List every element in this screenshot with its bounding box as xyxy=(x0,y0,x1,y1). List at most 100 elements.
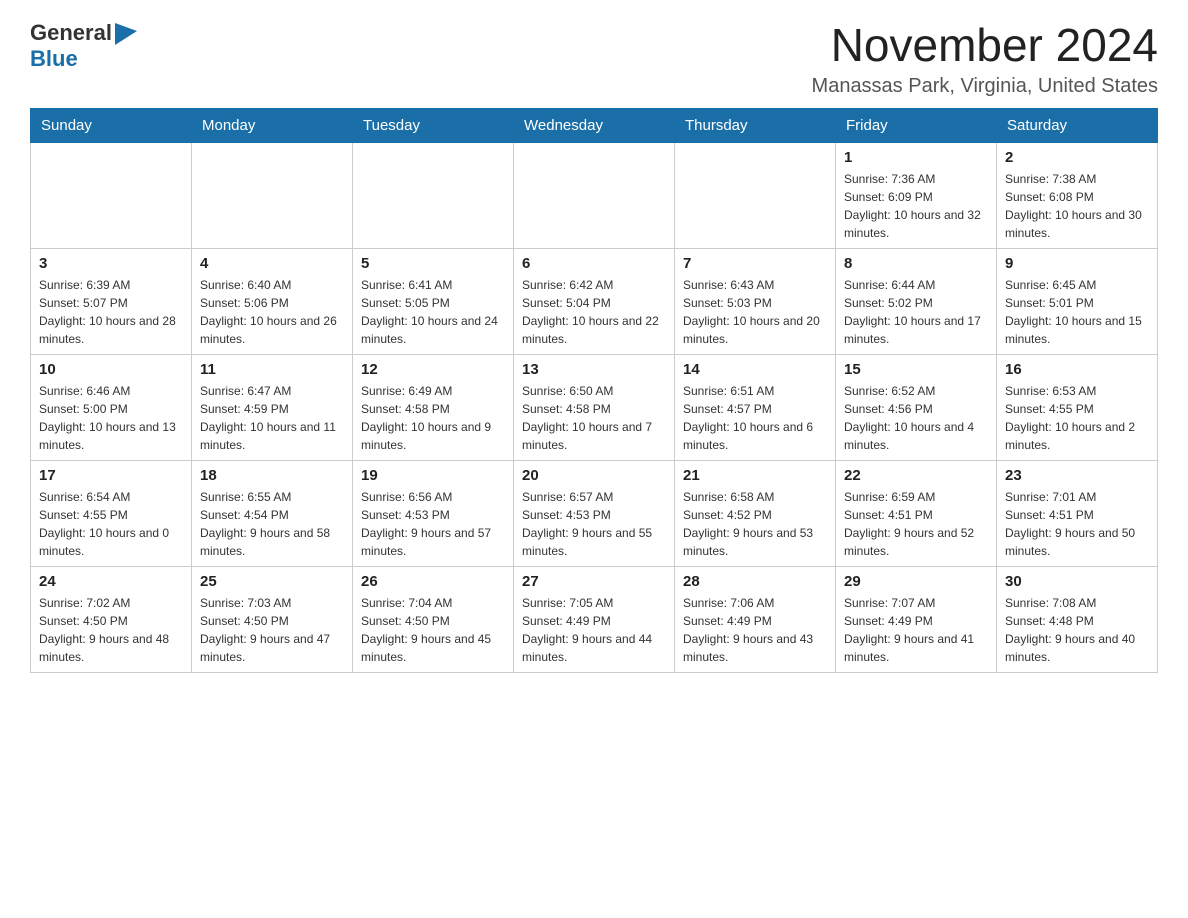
day-info: Sunrise: 6:55 AMSunset: 4:54 PMDaylight:… xyxy=(200,488,344,560)
calendar-header-row: SundayMondayTuesdayWednesdayThursdayFrid… xyxy=(31,108,1158,142)
weekday-header-thursday: Thursday xyxy=(675,108,836,142)
day-info: Sunrise: 6:58 AMSunset: 4:52 PMDaylight:… xyxy=(683,488,827,560)
day-number: 28 xyxy=(683,573,827,590)
day-number: 24 xyxy=(39,573,183,590)
day-number: 15 xyxy=(844,361,988,378)
weekday-header-sunday: Sunday xyxy=(31,108,192,142)
day-info: Sunrise: 6:51 AMSunset: 4:57 PMDaylight:… xyxy=(683,382,827,454)
calendar-cell: 5 Sunrise: 6:41 AMSunset: 5:05 PMDaylight… xyxy=(353,248,514,354)
day-number: 17 xyxy=(39,467,183,484)
day-number: 21 xyxy=(683,467,827,484)
calendar-cell: 28Sunrise: 7:06 AMSunset: 4:49 PMDayligh… xyxy=(675,566,836,672)
day-number: 13 xyxy=(522,361,666,378)
day-info: Sunrise: 7:05 AMSunset: 4:49 PMDaylight:… xyxy=(522,594,666,666)
day-number: 27 xyxy=(522,573,666,590)
calendar-cell: 7Sunrise: 6:43 AMSunset: 5:03 PMDaylight… xyxy=(675,248,836,354)
calendar-week-row: 24 Sunrise: 7:02 AMSunset: 4:50 PMDayligh… xyxy=(31,566,1158,672)
calendar-cell: 19Sunrise: 6:56 AMSunset: 4:53 PMDayligh… xyxy=(353,460,514,566)
day-info: Sunrise: 6:45 AMSunset: 5:01 PMDaylight:… xyxy=(1005,276,1149,348)
weekday-header-monday: Monday xyxy=(192,108,353,142)
title-block: November 2024 Manassas Park, Virginia, U… xyxy=(812,20,1158,98)
day-number: 12 xyxy=(361,361,505,378)
calendar-cell xyxy=(31,142,192,248)
day-number: 3 xyxy=(39,255,183,272)
calendar-week-row: 1 Sunrise: 7:36 AMSunset: 6:09 PMDaylight… xyxy=(31,142,1158,248)
calendar-table: SundayMondayTuesdayWednesdayThursdayFrid… xyxy=(30,108,1158,673)
day-number: 11 xyxy=(200,361,344,378)
day-number: 30 xyxy=(1005,573,1149,590)
day-info: Sunrise: 6:41 AMSunset: 5:05 PMDaylight:… xyxy=(361,276,505,348)
calendar-cell: 16 Sunrise: 6:53 AMSunset: 4:55 PMDayligh… xyxy=(997,354,1158,460)
weekday-header-tuesday: Tuesday xyxy=(353,108,514,142)
day-info: Sunrise: 6:52 AMSunset: 4:56 PMDaylight:… xyxy=(844,382,988,454)
calendar-cell: 21 Sunrise: 6:58 AMSunset: 4:52 PMDayligh… xyxy=(675,460,836,566)
day-info: Sunrise: 7:08 AMSunset: 4:48 PMDaylight:… xyxy=(1005,594,1149,666)
logo-blue-text: Blue xyxy=(30,46,78,72)
day-info: Sunrise: 7:38 AMSunset: 6:08 PMDaylight:… xyxy=(1005,170,1149,242)
day-number: 29 xyxy=(844,573,988,590)
day-info: Sunrise: 7:36 AMSunset: 6:09 PMDaylight:… xyxy=(844,170,988,242)
day-info: Sunrise: 6:40 AMSunset: 5:06 PMDaylight:… xyxy=(200,276,344,348)
calendar-cell xyxy=(675,142,836,248)
day-info: Sunrise: 6:46 AMSunset: 5:00 PMDaylight:… xyxy=(39,382,183,454)
day-info: Sunrise: 6:53 AMSunset: 4:55 PMDaylight:… xyxy=(1005,382,1149,454)
day-number: 10 xyxy=(39,361,183,378)
calendar-cell: 24 Sunrise: 7:02 AMSunset: 4:50 PMDayligh… xyxy=(31,566,192,672)
day-number: 19 xyxy=(361,467,505,484)
page-header: General Blue November 2024 Manassas Park… xyxy=(30,20,1158,98)
calendar-cell: 12 Sunrise: 6:49 AMSunset: 4:58 PMDayligh… xyxy=(353,354,514,460)
day-number: 26 xyxy=(361,573,505,590)
day-number: 5 xyxy=(361,255,505,272)
day-number: 16 xyxy=(1005,361,1149,378)
calendar-cell: 22 Sunrise: 6:59 AMSunset: 4:51 PMDayligh… xyxy=(836,460,997,566)
day-info: Sunrise: 7:02 AMSunset: 4:50 PMDaylight:… xyxy=(39,594,183,666)
day-number: 6 xyxy=(522,255,666,272)
calendar-cell: 2 Sunrise: 7:38 AMSunset: 6:08 PMDaylight… xyxy=(997,142,1158,248)
day-info: Sunrise: 6:44 AMSunset: 5:02 PMDaylight:… xyxy=(844,276,988,348)
calendar-cell: 15 Sunrise: 6:52 AMSunset: 4:56 PMDayligh… xyxy=(836,354,997,460)
calendar-week-row: 3Sunrise: 6:39 AMSunset: 5:07 PMDaylight… xyxy=(31,248,1158,354)
day-info: Sunrise: 7:07 AMSunset: 4:49 PMDaylight:… xyxy=(844,594,988,666)
calendar-cell: 26 Sunrise: 7:04 AMSunset: 4:50 PMDayligh… xyxy=(353,566,514,672)
day-number: 14 xyxy=(683,361,827,378)
calendar-cell: 27 Sunrise: 7:05 AMSunset: 4:49 PMDayligh… xyxy=(514,566,675,672)
logo: General Blue xyxy=(30,20,137,72)
day-number: 9 xyxy=(1005,255,1149,272)
day-number: 23 xyxy=(1005,467,1149,484)
calendar-cell: 17 Sunrise: 6:54 AMSunset: 4:55 PMDayligh… xyxy=(31,460,192,566)
day-info: Sunrise: 6:49 AMSunset: 4:58 PMDaylight:… xyxy=(361,382,505,454)
day-info: Sunrise: 6:47 AMSunset: 4:59 PMDaylight:… xyxy=(200,382,344,454)
day-number: 4 xyxy=(200,255,344,272)
day-info: Sunrise: 7:01 AMSunset: 4:51 PMDaylight:… xyxy=(1005,488,1149,560)
day-number: 18 xyxy=(200,467,344,484)
weekday-header-friday: Friday xyxy=(836,108,997,142)
calendar-cell: 30 Sunrise: 7:08 AMSunset: 4:48 PMDayligh… xyxy=(997,566,1158,672)
day-info: Sunrise: 7:03 AMSunset: 4:50 PMDaylight:… xyxy=(200,594,344,666)
day-info: Sunrise: 6:54 AMSunset: 4:55 PMDaylight:… xyxy=(39,488,183,560)
day-number: 2 xyxy=(1005,149,1149,166)
day-info: Sunrise: 6:59 AMSunset: 4:51 PMDaylight:… xyxy=(844,488,988,560)
calendar-cell xyxy=(514,142,675,248)
calendar-cell: 8Sunrise: 6:44 AMSunset: 5:02 PMDaylight… xyxy=(836,248,997,354)
calendar-cell: 14 Sunrise: 6:51 AMSunset: 4:57 PMDayligh… xyxy=(675,354,836,460)
day-number: 22 xyxy=(844,467,988,484)
day-info: Sunrise: 7:04 AMSunset: 4:50 PMDaylight:… xyxy=(361,594,505,666)
day-number: 25 xyxy=(200,573,344,590)
calendar-cell: 11 Sunrise: 6:47 AMSunset: 4:59 PMDayligh… xyxy=(192,354,353,460)
location-title: Manassas Park, Virginia, United States xyxy=(812,75,1158,98)
calendar-cell xyxy=(192,142,353,248)
calendar-cell: 29 Sunrise: 7:07 AMSunset: 4:49 PMDayligh… xyxy=(836,566,997,672)
month-title: November 2024 xyxy=(812,20,1158,71)
calendar-cell: 18 Sunrise: 6:55 AMSunset: 4:54 PMDayligh… xyxy=(192,460,353,566)
day-info: Sunrise: 6:43 AMSunset: 5:03 PMDaylight:… xyxy=(683,276,827,348)
day-info: Sunrise: 6:57 AMSunset: 4:53 PMDaylight:… xyxy=(522,488,666,560)
calendar-cell xyxy=(353,142,514,248)
calendar-cell: 3Sunrise: 6:39 AMSunset: 5:07 PMDaylight… xyxy=(31,248,192,354)
calendar-week-row: 10 Sunrise: 6:46 AMSunset: 5:00 PMDayligh… xyxy=(31,354,1158,460)
calendar-cell: 4 Sunrise: 6:40 AMSunset: 5:06 PMDaylight… xyxy=(192,248,353,354)
calendar-cell: 10 Sunrise: 6:46 AMSunset: 5:00 PMDayligh… xyxy=(31,354,192,460)
weekday-header-wednesday: Wednesday xyxy=(514,108,675,142)
calendar-cell: 6Sunrise: 6:42 AMSunset: 5:04 PMDaylight… xyxy=(514,248,675,354)
calendar-cell: 1 Sunrise: 7:36 AMSunset: 6:09 PMDaylight… xyxy=(836,142,997,248)
day-number: 1 xyxy=(844,149,988,166)
